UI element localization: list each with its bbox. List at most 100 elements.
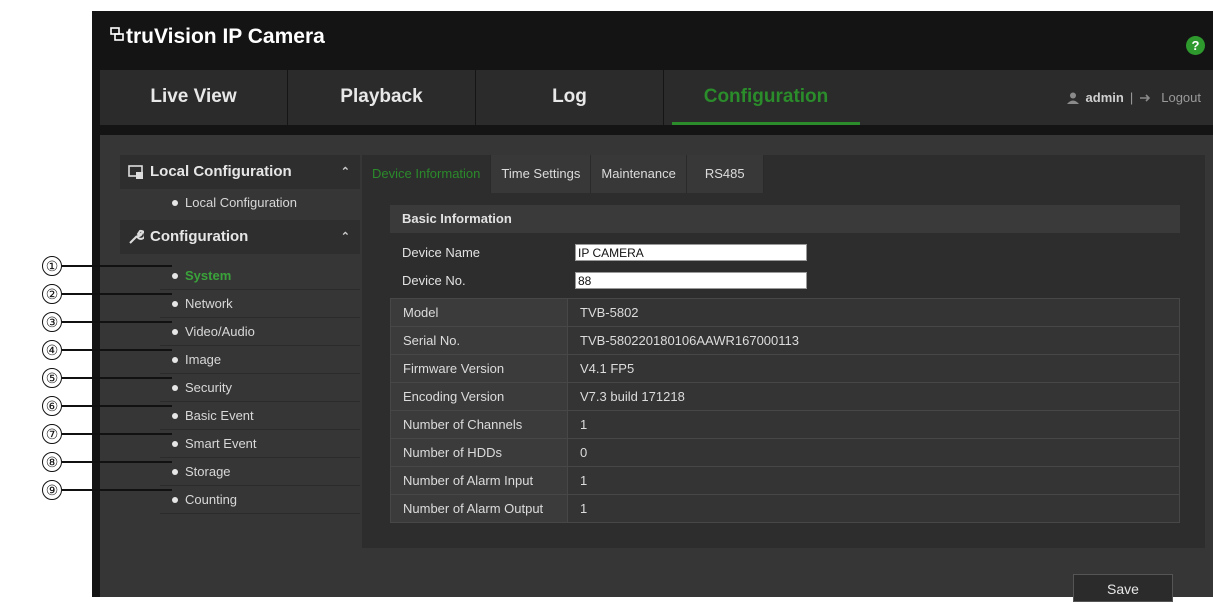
info-value: TVB-580220180106AAWR167000113 bbox=[567, 326, 1180, 355]
sidebar-item-video-audio[interactable]: Video/Audio bbox=[160, 318, 360, 346]
table-row: Number of Alarm Output 1 bbox=[390, 494, 1180, 523]
info-value: 1 bbox=[567, 466, 1180, 495]
sidebar-item-network[interactable]: Network bbox=[160, 290, 360, 318]
sidebar-item-system[interactable]: System bbox=[160, 262, 360, 290]
info-value: V4.1 FP5 bbox=[567, 354, 1180, 383]
tab-live-view[interactable]: Live View bbox=[100, 70, 288, 125]
callout-line bbox=[62, 349, 172, 351]
sidebar-item-label: Video/Audio bbox=[185, 324, 255, 339]
tab-device-information[interactable]: Device Information bbox=[362, 155, 492, 193]
wrench-icon bbox=[128, 220, 144, 254]
table-row: Encoding Version V7.3 build 171218 bbox=[390, 382, 1180, 411]
bullet-icon bbox=[172, 497, 178, 503]
callout-7: ⑦ bbox=[42, 424, 62, 444]
main-area: Local Configuration ⌃ Local Configuratio… bbox=[100, 135, 1213, 602]
device-info-table: Model TVB-5802 Serial No. TVB-580220180106… bbox=[390, 298, 1180, 523]
top-nav: Live View Playback Log Configuration adm… bbox=[100, 70, 1213, 125]
chevron-up-icon[interactable]: ⌃ bbox=[341, 220, 350, 254]
callout-line bbox=[62, 293, 172, 295]
device-name-input[interactable] bbox=[575, 244, 807, 261]
info-key: Encoding Version bbox=[390, 382, 568, 411]
sidebar-group-local-label: Local Configuration bbox=[150, 163, 292, 180]
info-value: 0 bbox=[567, 438, 1180, 467]
sidebar-item-label: Smart Event bbox=[185, 436, 257, 451]
sidebar-group-local[interactable]: Local Configuration ⌃ bbox=[120, 155, 360, 189]
footer-bar: Save bbox=[362, 548, 1205, 602]
table-row: Number of Channels 1 bbox=[390, 410, 1180, 439]
table-row: Number of HDDs 0 bbox=[390, 438, 1180, 467]
bullet-icon bbox=[172, 469, 178, 475]
tab-maintenance[interactable]: Maintenance bbox=[591, 155, 687, 193]
bullet-icon bbox=[172, 385, 178, 391]
bullet-icon bbox=[172, 357, 178, 363]
sidebar-item-local-configuration[interactable]: Local Configuration bbox=[160, 191, 360, 215]
sidebar-item-storage[interactable]: Storage bbox=[160, 458, 360, 486]
logo-icon bbox=[110, 27, 124, 41]
sidebar-item-label: Network bbox=[185, 296, 233, 311]
sidebar-item-smart-event[interactable]: Smart Event bbox=[160, 430, 360, 458]
info-key: Number of Channels bbox=[390, 410, 568, 439]
sidebar-item-basic-event[interactable]: Basic Event bbox=[160, 402, 360, 430]
sidebar-item-label: Local Configuration bbox=[185, 195, 298, 210]
callout-1: ① bbox=[42, 256, 62, 276]
callout-3: ③ bbox=[42, 312, 62, 332]
tab-log[interactable]: Log bbox=[476, 70, 664, 125]
callout-line bbox=[62, 405, 172, 407]
user-separator: | bbox=[1129, 89, 1134, 105]
table-row: Model TVB-5802 bbox=[390, 298, 1180, 327]
help-icon[interactable]: ? bbox=[1186, 36, 1205, 55]
tab-playback[interactable]: Playback bbox=[288, 70, 476, 125]
sidebar-item-label: Image bbox=[185, 352, 222, 367]
logout-icon[interactable] bbox=[1139, 92, 1155, 104]
tab-time-settings[interactable]: Time Settings bbox=[491, 155, 592, 193]
device-no-label: Device No. bbox=[402, 273, 466, 288]
info-key: Firmware Version bbox=[390, 354, 568, 383]
save-button[interactable]: Save bbox=[1073, 574, 1173, 602]
device-name-label: Device Name bbox=[402, 245, 481, 260]
sidebar-item-security[interactable]: Security bbox=[160, 374, 360, 402]
info-key: Number of Alarm Output bbox=[390, 494, 568, 523]
callout-8: ⑧ bbox=[42, 452, 62, 472]
logout-link[interactable]: Logout bbox=[1161, 71, 1201, 125]
callout-line bbox=[62, 461, 172, 463]
device-no-input[interactable] bbox=[575, 272, 807, 289]
chevron-up-icon[interactable]: ⌃ bbox=[341, 155, 350, 189]
info-value: 1 bbox=[567, 410, 1180, 439]
sidebar-item-label: System bbox=[185, 268, 232, 283]
callout-line bbox=[62, 489, 172, 491]
info-key: Serial No. bbox=[390, 326, 568, 355]
local-config-icon bbox=[128, 155, 144, 189]
bullet-icon bbox=[172, 441, 178, 447]
tab-rs485[interactable]: RS485 bbox=[686, 155, 764, 193]
bullet-icon bbox=[172, 200, 178, 206]
camera-web-app: truVision IP Camera ? Live View Playback… bbox=[92, 11, 1213, 602]
bullet-icon bbox=[172, 301, 178, 307]
sidebar-item-label: Basic Event bbox=[185, 408, 254, 423]
section-basic-information: Basic Information bbox=[390, 205, 1180, 233]
sidebar-group-configuration[interactable]: Configuration ⌃ bbox=[120, 220, 360, 254]
sidebar-item-label: Storage bbox=[185, 464, 231, 479]
bullet-icon bbox=[172, 273, 178, 279]
sidebar-item-label: Counting bbox=[185, 492, 238, 507]
callout-5: ⑤ bbox=[42, 368, 62, 388]
callout-4: ④ bbox=[42, 340, 62, 360]
brand-name: truVision IP Camera bbox=[126, 25, 325, 48]
callout-6: ⑥ bbox=[42, 396, 62, 416]
callout-line bbox=[62, 265, 172, 267]
sidebar-item-label: Security bbox=[185, 380, 232, 395]
table-row: Number of Alarm Input 1 bbox=[390, 466, 1180, 495]
sidebar-item-counting[interactable]: Counting bbox=[160, 486, 360, 514]
config-sidebar: Local Configuration ⌃ Local Configuratio… bbox=[120, 155, 360, 597]
sidebar-group-configuration-label: Configuration bbox=[150, 228, 249, 245]
callout-line bbox=[62, 321, 172, 323]
tab-configuration[interactable]: Configuration bbox=[672, 70, 860, 125]
info-value: V7.3 build 171218 bbox=[567, 382, 1180, 411]
callout-2: ② bbox=[42, 284, 62, 304]
info-value: TVB-5802 bbox=[567, 298, 1180, 327]
info-key: Number of Alarm Input bbox=[390, 466, 568, 495]
info-key: Number of HDDs bbox=[390, 438, 568, 467]
user-area: admin | Logout bbox=[1066, 70, 1201, 125]
sidebar-item-image[interactable]: Image bbox=[160, 346, 360, 374]
callout-9: ⑨ bbox=[42, 480, 62, 500]
content-tabs: Device Information Time Settings Mainten… bbox=[362, 155, 764, 193]
